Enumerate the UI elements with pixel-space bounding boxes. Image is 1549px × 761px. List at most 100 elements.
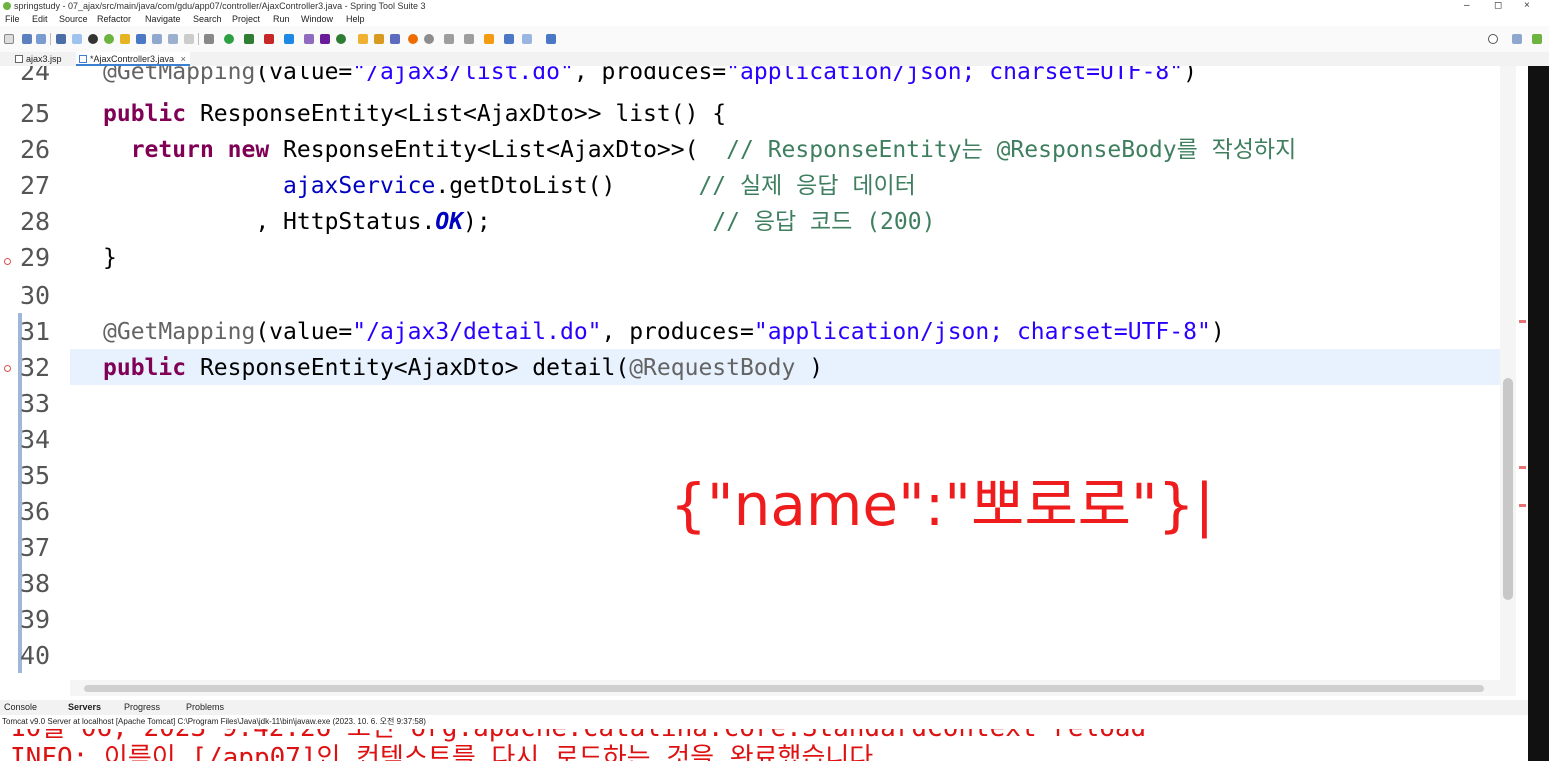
scrollbar-thumb[interactable] [84, 685, 1484, 692]
toggle-mark-icon[interactable] [424, 34, 434, 44]
open-task-icon[interactable] [374, 34, 384, 44]
menu-source[interactable]: Source [59, 12, 88, 26]
annotation: @GetMapping [103, 319, 256, 345]
overview-ruler[interactable] [1516, 66, 1528, 680]
line-number: 36 [20, 497, 51, 526]
overlay-json-annotation: {"name":"뽀로로"}| [670, 471, 1215, 539]
console-output[interactable]: 10월 06, 2023 9:42:26 오전 org.apache.catal… [0, 729, 1528, 761]
new-icon[interactable] [4, 34, 14, 44]
run-icon[interactable] [224, 34, 234, 44]
error-marker[interactable] [1519, 466, 1526, 469]
save-icon[interactable] [22, 34, 32, 44]
code-text: (value= [255, 66, 353, 85]
tab-label: *AjaxController3.java [90, 54, 175, 64]
code-text: , produces= [601, 319, 754, 345]
code-text: ) [1183, 66, 1197, 85]
terminal-icon[interactable] [56, 34, 66, 44]
code-text: .getDtoList() [435, 173, 699, 199]
close-button[interactable]: × [1524, 0, 1530, 12]
annotation: @RequestBody [629, 355, 796, 381]
annotation-icon[interactable] [408, 34, 418, 44]
stop-icon[interactable] [264, 34, 274, 44]
build-icon[interactable] [120, 34, 130, 44]
tab-label: ajax3.jsp [26, 54, 62, 64]
menu-edit[interactable]: Edit [32, 12, 48, 26]
code-editor[interactable]: 24 25 26 27 28 29 30 31 32 33 34 35 36 3… [0, 66, 1516, 680]
line-number: 40 [20, 641, 51, 670]
error-marker[interactable] [1519, 504, 1526, 507]
tab-problems[interactable]: Problems [186, 700, 224, 715]
code-line-27: ajaxService.getDtoList() // 실제 응답 데이터 [103, 168, 916, 204]
error-icon [4, 365, 11, 372]
forward-icon[interactable] [522, 34, 532, 44]
string-literal: "/ajax3/list.do" [352, 66, 574, 85]
tab-console[interactable]: Console [4, 700, 37, 715]
menu-help[interactable]: Help [346, 12, 365, 26]
line-number: 34 [20, 425, 51, 454]
menu-refactor[interactable]: Refactor [97, 12, 131, 26]
vertical-scrollbar[interactable] [1500, 66, 1516, 680]
static-field: OK [435, 209, 464, 235]
pilcrow-icon[interactable] [184, 34, 194, 44]
last-edit-icon[interactable] [484, 34, 494, 44]
line-number: 39 [20, 605, 51, 634]
new-class-icon[interactable] [336, 34, 346, 44]
comment: // ResponseEntity는 @ResponseBody를 작성하지 [726, 137, 1297, 163]
open-perspective-icon[interactable] [1512, 34, 1522, 44]
external-tools-icon[interactable] [284, 34, 294, 44]
menu-window[interactable]: Window [301, 12, 333, 26]
string-literal: "/ajax3/detail.do" [352, 319, 602, 345]
search-icon[interactable] [1488, 34, 1498, 44]
browser-icon[interactable] [320, 34, 330, 44]
window-title: springstudy - 07_ajax/src/main/java/com/… [14, 1, 426, 11]
menu-run[interactable]: Run [273, 12, 290, 26]
link-icon[interactable] [136, 34, 146, 44]
comment: // 실제 응답 데이터 [698, 173, 916, 199]
code-text: ResponseEntity<AjaxDto> detail( [186, 355, 630, 381]
keyword: public [103, 101, 187, 127]
outline-icon[interactable] [168, 34, 178, 44]
maximize-button[interactable]: ◻ [1494, 0, 1502, 12]
tab-ajax3-jsp[interactable]: ajax3.jsp [12, 52, 66, 66]
keyword: public [103, 355, 187, 381]
prev-annotation-icon[interactable] [464, 34, 474, 44]
save-all-icon[interactable] [36, 34, 46, 44]
scrollbar-thumb[interactable] [1503, 378, 1513, 600]
open-type-icon[interactable] [358, 34, 368, 44]
horizontal-scrollbar[interactable] [70, 680, 1516, 696]
toggle-icon[interactable] [72, 34, 82, 44]
spring-perspective-icon[interactable] [1532, 34, 1542, 44]
close-icon[interactable]: × [181, 54, 186, 64]
back-icon[interactable] [504, 34, 514, 44]
tab-ajaxcontroller3-java[interactable]: *AjaxController3.java × [76, 52, 190, 66]
tab-progress[interactable]: Progress [124, 700, 160, 715]
annotation: @GetMapping [103, 66, 256, 85]
minimize-button[interactable]: – [1464, 0, 1470, 12]
pin-editor-icon[interactable] [546, 34, 556, 44]
string-literal: "application/json; charset=UTF-8" [726, 66, 1184, 85]
error-marker[interactable] [1519, 320, 1526, 323]
code-line-25: public ResponseEntity<List<AjaxDto>> lis… [103, 96, 726, 132]
next-annotation-icon[interactable] [444, 34, 454, 44]
line-number: 26 [20, 135, 51, 164]
menu-project[interactable]: Project [232, 12, 260, 26]
debug-icon[interactable] [88, 34, 98, 44]
menu-file[interactable]: File [5, 12, 20, 26]
coverage-icon[interactable] [244, 34, 254, 44]
toolbar-separator [198, 33, 199, 45]
search-tool-icon[interactable] [390, 34, 400, 44]
console-line: INFO: 이름이 [/app07]인 컨텍스트를 다시 로드하는 것을 완료했… [10, 743, 889, 761]
menu-search[interactable]: Search [193, 12, 222, 26]
screen-edge [1528, 66, 1549, 761]
code-line-24: @GetMapping(value="/ajax3/list.do", prod… [103, 66, 1197, 90]
tab-servers[interactable]: Servers [68, 700, 101, 715]
line-number: 24 [20, 66, 51, 86]
line-number: 25 [20, 99, 51, 128]
source-icon[interactable] [152, 34, 162, 44]
spring-icon[interactable] [104, 34, 114, 44]
server-icon[interactable] [304, 34, 314, 44]
menu-navigate[interactable]: Navigate [145, 12, 181, 26]
code-text: ); [463, 209, 491, 235]
debug-run-icon[interactable] [204, 34, 214, 44]
line-number: 31 [20, 317, 51, 346]
